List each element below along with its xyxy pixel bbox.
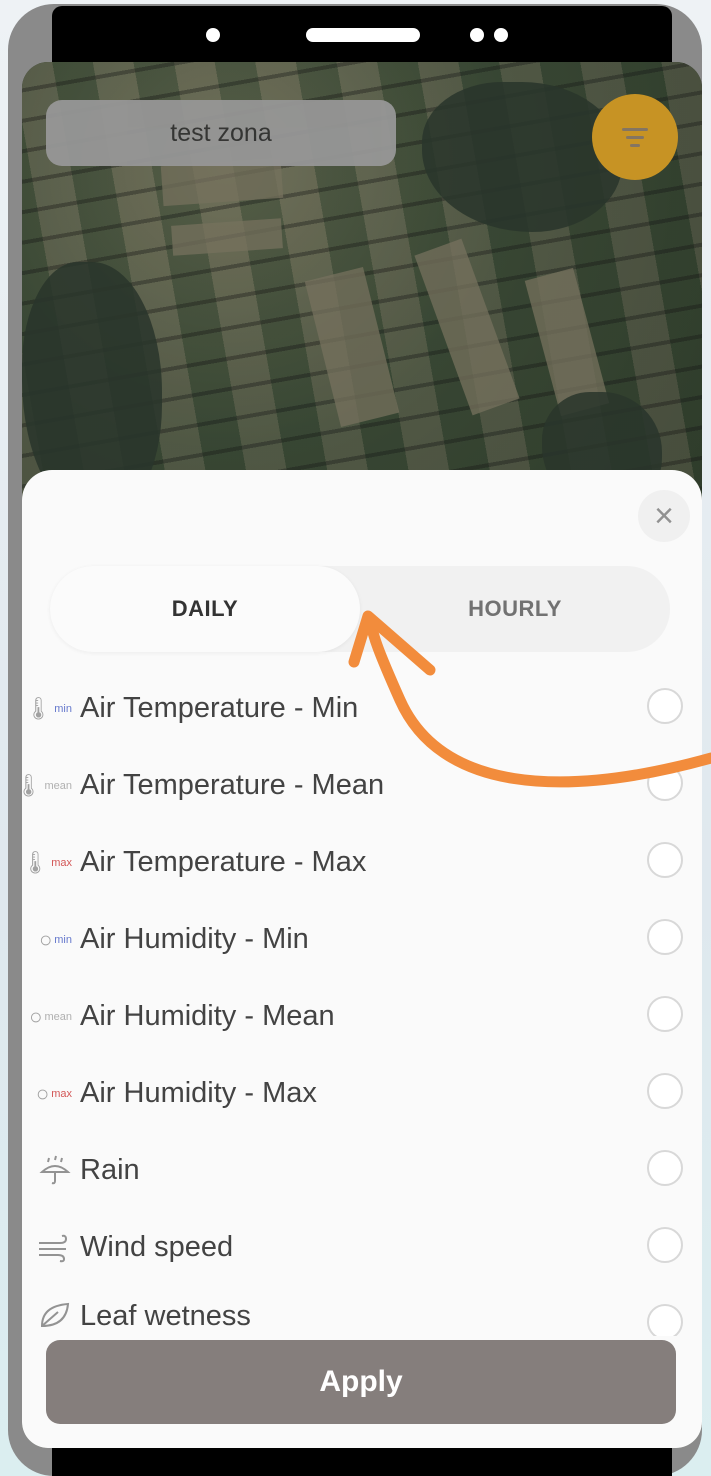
list-item-label: Air Humidity - Mean xyxy=(80,1000,335,1032)
period-tabs: DAILY HOURLY xyxy=(50,566,670,652)
umbrella-rain-icon xyxy=(22,1154,80,1188)
sensor-dot-icon xyxy=(470,28,484,42)
thermometer-icon: 🌡︎ min xyxy=(24,695,72,721)
radio-button[interactable] xyxy=(647,1304,683,1336)
wind-icon xyxy=(22,1233,80,1263)
radio-button[interactable] xyxy=(647,1073,683,1109)
tab-daily[interactable]: DAILY xyxy=(50,566,360,652)
radio-button[interactable] xyxy=(647,842,683,878)
icon-sub-label: mean xyxy=(44,1010,72,1023)
list-item-air-temperature-min[interactable]: 🌡︎ min Air Temperature - Min xyxy=(22,670,702,747)
leaf-icon xyxy=(40,1302,70,1328)
parameter-list: 🌡︎ min Air Temperature - Min 🌡︎ mean Air T… xyxy=(22,670,702,1336)
filter-icon-line xyxy=(630,143,640,147)
sensor-dot-icon xyxy=(494,28,508,42)
list-item-label: Rain xyxy=(80,1154,140,1186)
radio-button[interactable] xyxy=(647,765,683,801)
close-icon: × xyxy=(654,497,674,535)
zone-name-label[interactable]: test zona xyxy=(46,100,396,166)
list-item-label: Air Temperature - Min xyxy=(80,692,359,724)
list-item-label: Air Temperature - Max xyxy=(80,846,367,878)
map-field xyxy=(414,238,520,416)
map-forest xyxy=(422,82,622,232)
icon-sub-label: mean xyxy=(44,779,72,792)
close-button[interactable]: × xyxy=(638,490,690,542)
camera-dot-icon xyxy=(206,28,220,42)
radio-button[interactable] xyxy=(647,919,683,955)
radio-button[interactable] xyxy=(647,1227,683,1263)
list-item-leaf-wetness[interactable]: Leaf wetness xyxy=(22,1286,702,1336)
list-item-air-temperature-mean[interactable]: 🌡︎ mean Air Temperature - Mean xyxy=(22,747,702,824)
tab-hourly[interactable]: HOURLY xyxy=(360,566,670,652)
wind-icon xyxy=(39,1234,68,1262)
droplet-icon: ○ max xyxy=(35,1080,72,1106)
speaker-grille xyxy=(306,28,420,42)
icon-sub-label: max xyxy=(51,1087,72,1100)
list-item-air-humidity-min[interactable]: ○ min Air Humidity - Min xyxy=(22,901,702,978)
droplet-icon: ○ mean xyxy=(29,1003,72,1029)
radio-button[interactable] xyxy=(647,1150,683,1186)
filter-icon-line xyxy=(626,135,644,139)
filter-button[interactable] xyxy=(592,94,678,180)
phone-notch xyxy=(52,6,672,64)
map-field xyxy=(171,218,283,256)
thermometer-icon: 🌡︎ mean xyxy=(22,772,72,798)
list-item-wind-speed[interactable]: Wind speed xyxy=(22,1209,702,1286)
radio-button[interactable] xyxy=(647,688,683,724)
list-item-label: Air Humidity - Min xyxy=(80,923,309,955)
leaf-icon xyxy=(22,1286,80,1330)
icon-sub-label: min xyxy=(54,933,72,946)
icon-sub-label: max xyxy=(51,856,72,869)
list-item-label: Leaf wetness xyxy=(80,1300,251,1332)
radio-button[interactable] xyxy=(647,996,683,1032)
filter-icon xyxy=(622,127,648,131)
apply-button[interactable]: Apply xyxy=(46,1340,676,1424)
list-item-label: Wind speed xyxy=(80,1231,234,1263)
list-item-air-temperature-max[interactable]: 🌡︎ max Air Temperature - Max xyxy=(22,824,702,901)
phone-bottom-bezel xyxy=(52,1446,672,1476)
list-item-air-humidity-max[interactable]: ○ max Air Humidity - Max xyxy=(22,1055,702,1132)
thermometer-icon: 🌡︎ max xyxy=(22,849,72,875)
map-field xyxy=(304,266,400,428)
umbrella-rain-icon xyxy=(39,1155,71,1184)
list-item-label: Air Humidity - Max xyxy=(80,1077,317,1109)
droplet-icon: ○ min xyxy=(38,926,72,952)
list-item-air-humidity-mean[interactable]: ○ mean Air Humidity - Mean xyxy=(22,978,702,1055)
list-item-label: Air Temperature - Mean xyxy=(80,769,385,801)
app-screen: test zona × DAILY HOURLY 🌡︎ min Air Tempe… xyxy=(22,62,702,1448)
list-item-rain[interactable]: Rain xyxy=(22,1132,702,1209)
icon-sub-label: min xyxy=(54,702,72,715)
filter-bottom-sheet: × DAILY HOURLY 🌡︎ min Air Temperature - M… xyxy=(22,470,702,1448)
